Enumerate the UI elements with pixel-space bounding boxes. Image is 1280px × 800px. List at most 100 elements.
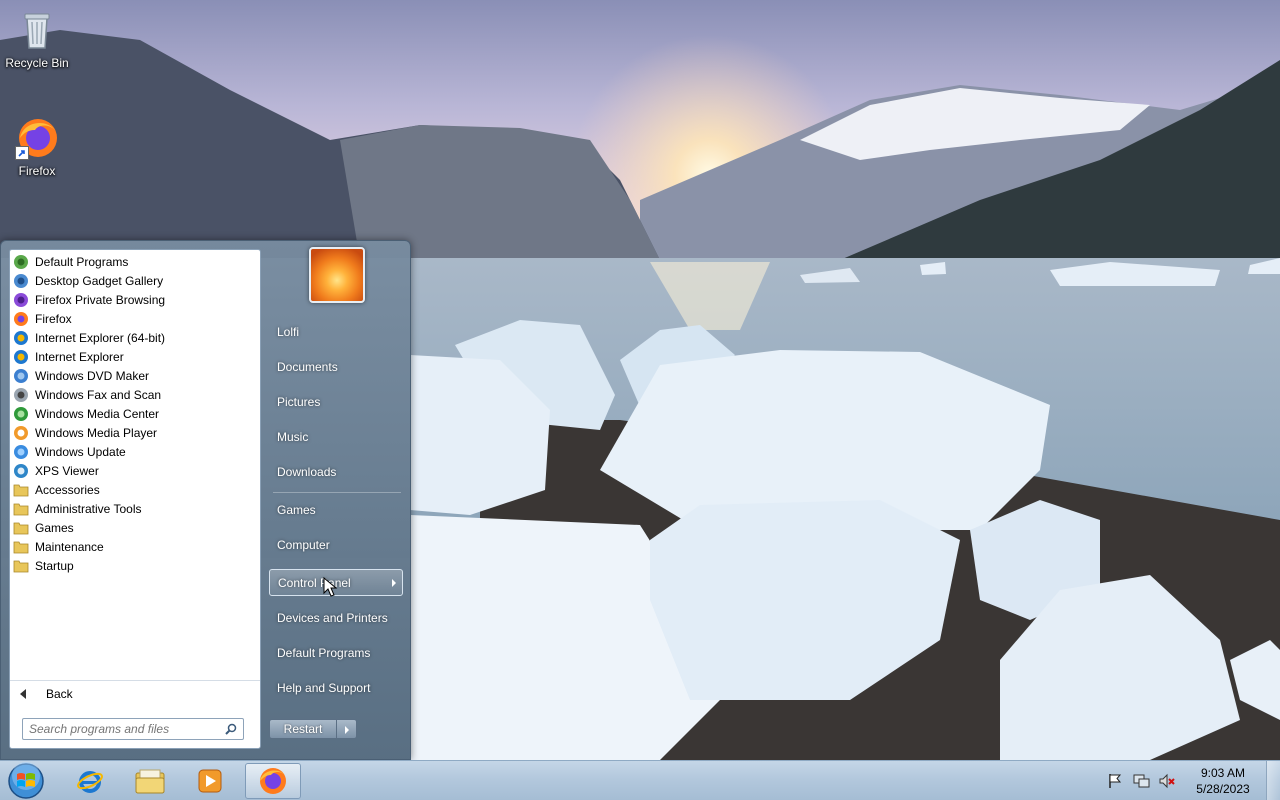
folder-icon — [13, 482, 29, 498]
start-menu-right-pane: Lolfi Documents Pictures Music Downloads… — [263, 241, 411, 761]
right-item-label: Documents — [277, 359, 338, 374]
gadget-gallery-icon — [13, 273, 29, 289]
program-item[interactable]: Windows Fax and Scan — [10, 385, 260, 404]
action-center-flag-icon[interactable] — [1106, 772, 1124, 790]
program-label: Windows Media Center — [35, 406, 160, 421]
back-button[interactable]: Back — [10, 680, 260, 706]
taskbar-media-player[interactable] — [182, 763, 238, 799]
program-label: Internet Explorer (64-bit) — [35, 330, 166, 345]
default-programs-icon — [13, 254, 29, 270]
desktop-icon-label: Firefox — [18, 164, 56, 178]
folder-icon — [13, 520, 29, 536]
submenu-arrow-icon — [392, 579, 396, 587]
right-item-label: Devices and Printers — [277, 610, 388, 625]
xps-viewer-icon — [13, 463, 29, 479]
program-item[interactable]: Windows Media Player — [10, 423, 260, 442]
right-item-label: Lolfi — [277, 324, 300, 339]
desktop-icon-label: Recycle Bin — [5, 56, 69, 70]
right-item-label: Music — [277, 429, 309, 444]
program-item[interactable]: Maintenance — [10, 537, 260, 556]
firefox-icon — [15, 116, 59, 160]
taskbar-firefox[interactable] — [245, 763, 301, 799]
program-item[interactable]: Games — [10, 518, 260, 537]
program-item[interactable]: XPS Viewer — [10, 461, 260, 480]
program-item[interactable]: Windows Update — [10, 442, 260, 461]
clock-date: 5/28/2023 — [1196, 782, 1250, 796]
program-label: Firefox Private Browsing — [35, 292, 166, 307]
start-menu: Default Programs Desktop Gadget Gallery Fi… — [0, 240, 411, 760]
user-avatar[interactable] — [309, 247, 365, 303]
folder-icon — [13, 558, 29, 574]
file-explorer-icon — [135, 769, 165, 794]
program-item[interactable]: Firefox — [10, 309, 260, 328]
right-item-documents[interactable]: Documents — [269, 353, 403, 380]
taskbar-internet-explorer[interactable] — [62, 763, 118, 799]
shutdown-controls: Restart — [269, 719, 357, 741]
firefox-private-icon — [13, 292, 29, 308]
program-item[interactable]: Default Programs — [10, 252, 260, 271]
program-item[interactable]: Desktop Gadget Gallery — [10, 271, 260, 290]
program-item[interactable]: Startup — [10, 556, 260, 575]
internet-explorer-icon — [13, 349, 29, 365]
program-label: Accessories — [35, 482, 100, 497]
program-item[interactable]: Internet Explorer — [10, 347, 260, 366]
desktop-icon-recycle-bin[interactable]: Recycle Bin — [0, 8, 74, 70]
right-item-downloads[interactable]: Downloads — [269, 458, 403, 485]
program-item[interactable]: Firefox Private Browsing — [10, 290, 260, 309]
program-item[interactable]: Administrative Tools — [10, 499, 260, 518]
program-label: XPS Viewer — [35, 463, 99, 478]
clock-time: 9:03 AM — [1200, 766, 1246, 780]
windows-update-icon — [13, 444, 29, 460]
program-label: Windows Media Player — [35, 425, 158, 440]
program-label: Firefox — [35, 311, 72, 326]
search-icon[interactable] — [225, 723, 237, 735]
mouse-cursor-icon — [323, 577, 338, 597]
start-menu-program-pane: Default Programs Desktop Gadget Gallery Fi… — [9, 249, 261, 749]
right-item-music[interactable]: Music — [269, 423, 403, 450]
restart-button[interactable]: Restart — [269, 719, 337, 739]
media-center-icon — [13, 406, 29, 422]
program-label: Administrative Tools — [35, 501, 142, 516]
folder-icon — [13, 501, 29, 517]
taskbar: 9:03 AM 5/28/2023 — [0, 760, 1280, 800]
right-item-help-support[interactable]: Help and Support — [269, 674, 403, 701]
right-item-label: Default Programs — [277, 645, 371, 660]
windows-logo-icon — [8, 762, 44, 799]
program-item[interactable]: Accessories — [10, 480, 260, 499]
program-label: Windows DVD Maker — [35, 368, 150, 383]
right-item-games[interactable]: Games — [269, 496, 403, 523]
search-input[interactable] — [29, 722, 215, 736]
shutdown-options-button[interactable] — [337, 719, 357, 739]
taskbar-file-explorer[interactable] — [122, 763, 178, 799]
system-tray: 9:03 AM 5/28/2023 — [1102, 761, 1280, 800]
folder-icon — [13, 539, 29, 555]
program-label: Games — [35, 520, 74, 535]
right-item-label: Games — [277, 502, 316, 517]
right-item-label: Control Panel — [278, 575, 351, 590]
right-item-devices-printers[interactable]: Devices and Printers — [269, 604, 403, 631]
program-item[interactable]: Internet Explorer (64-bit) — [10, 328, 260, 347]
media-player-icon — [198, 769, 222, 793]
right-item-pictures[interactable]: Pictures — [269, 388, 403, 415]
media-player-icon — [13, 425, 29, 441]
firefox-icon — [260, 768, 286, 794]
desktop-icon-firefox[interactable]: Firefox — [0, 116, 74, 178]
start-button[interactable] — [4, 762, 48, 800]
right-item-computer[interactable]: Computer — [269, 531, 403, 558]
right-item-user-folder[interactable]: Lolfi — [269, 318, 403, 345]
program-label: Startup — [35, 558, 74, 573]
network-icon[interactable] — [1132, 772, 1150, 790]
all-programs-list: Default Programs Desktop Gadget Gallery Fi… — [10, 250, 260, 575]
show-desktop-button[interactable] — [1266, 761, 1280, 800]
right-item-label: Help and Support — [277, 680, 371, 695]
program-item[interactable]: Windows Media Center — [10, 404, 260, 423]
right-item-default-programs[interactable]: Default Programs — [269, 639, 403, 666]
program-item[interactable]: Windows DVD Maker — [10, 366, 260, 385]
separator — [273, 492, 401, 493]
volume-muted-icon[interactable] — [1158, 772, 1176, 790]
program-label: Maintenance — [35, 539, 104, 554]
recycle-bin-icon — [15, 8, 59, 52]
back-arrow-icon — [20, 688, 26, 699]
start-search-box[interactable] — [22, 718, 244, 740]
taskbar-clock[interactable]: 9:03 AM 5/28/2023 — [1186, 765, 1260, 797]
